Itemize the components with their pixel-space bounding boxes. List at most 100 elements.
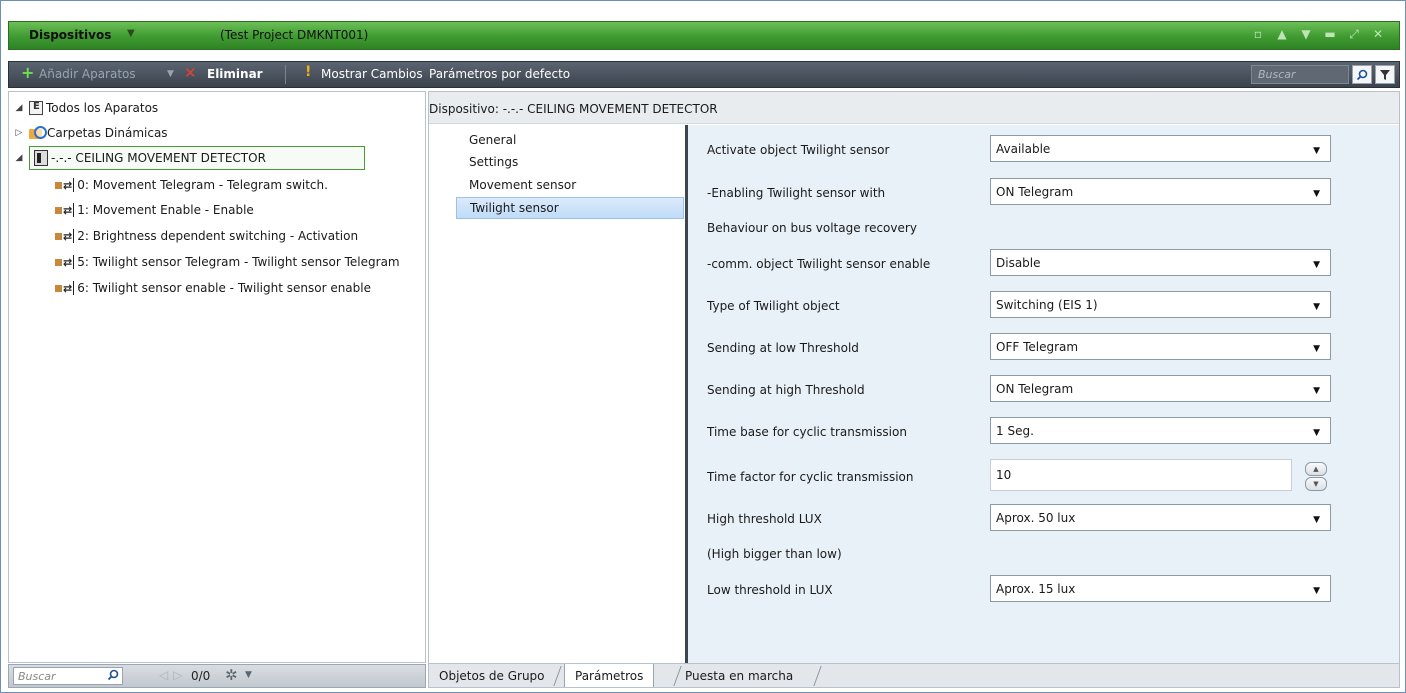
param-label: Type of Twilight object — [707, 299, 840, 313]
tree-object-1[interactable]: ⇄ 1: Movement Enable - Enable — [55, 198, 254, 222]
tree-object-3[interactable]: ⇄ 5: Twilight sensor Telegram - Twilight… — [55, 250, 400, 274]
param-label: High threshold LUX — [707, 512, 822, 526]
param-select[interactable]: 1 Seg. ▼ — [990, 417, 1331, 444]
expand-icon[interactable]: ⤢ — [1347, 27, 1361, 42]
all-devices-icon — [29, 101, 43, 115]
search-icon — [1356, 69, 1368, 80]
restore-icon[interactable]: ▫ — [1251, 27, 1265, 42]
param-value: OFF Telegram — [996, 339, 1079, 354]
selected-device[interactable]: -.-.- CEILING MOVEMENT DETECTOR — [29, 146, 365, 170]
param-select[interactable]: Disable ▼ — [990, 249, 1331, 276]
param-select[interactable]: ON Telegram ▼ — [990, 375, 1331, 402]
param-row: Activate object Twilight sensor Availabl… — [688, 135, 1399, 165]
device-header-label: Dispositivo: -.-.- CEILING MOVEMENT DETE… — [429, 102, 718, 116]
default-parameters-button[interactable]: Parámetros por defecto — [429, 67, 570, 81]
param-label: Sending at high Threshold — [707, 383, 865, 397]
nav-item-twilight-sensor[interactable]: Twilight sensor — [456, 197, 684, 219]
device-tree: ◢ Todos los Aparatos ▷ Carpetas Dinámica… — [8, 91, 426, 663]
param-label: Activate object Twilight sensor — [707, 143, 890, 157]
previous-result-icon[interactable]: ◁ — [159, 668, 168, 682]
group-object-icon: ⇄ — [55, 178, 75, 192]
collapse-icon[interactable]: ◢ — [13, 153, 25, 163]
param-value: ON Telegram — [996, 381, 1074, 396]
param-value: Aprox. 50 lux — [996, 510, 1076, 525]
tree-object-4[interactable]: ⇄ 6: Twilight sensor enable - Twilight s… — [55, 276, 371, 300]
dynamic-folder-icon — [29, 126, 47, 140]
delete-button[interactable]: Eliminar — [207, 67, 263, 81]
param-select[interactable]: Available ▼ — [990, 135, 1331, 162]
param-select[interactable]: Aprox. 15 lux ▼ — [990, 575, 1331, 602]
gear-icon[interactable]: ✲ — [225, 666, 238, 684]
spin-up-icon[interactable]: ▲ — [1305, 462, 1327, 476]
tree-search-input[interactable] — [14, 668, 104, 684]
param-row: Time base for cyclic transmission 1 Seg.… — [688, 417, 1399, 447]
toolbar-search — [1251, 65, 1349, 84]
title-dropdown-icon[interactable]: ▼ — [127, 28, 135, 39]
tree-object-2[interactable]: ⇄ 2: Brightness dependent switching - Ac… — [55, 224, 358, 248]
window-title[interactable]: Dispositivos — [29, 28, 111, 42]
tree-dynamic-folders[interactable]: ▷ Carpetas Dinámicas — [13, 121, 168, 145]
title-bar: Dispositivos ▼ (Test Project DMKNT001) ▫… — [8, 21, 1400, 50]
param-label: Low threshold in LUX — [707, 583, 833, 597]
object-label: 5: Twilight sensor Telegram - Twilight s… — [77, 255, 400, 269]
chevron-down-icon: ▼ — [1313, 515, 1320, 525]
expand-icon[interactable]: ▷ — [13, 128, 25, 138]
param-label: (High bigger than low) — [707, 547, 842, 561]
chevron-down-icon: ▼ — [1313, 260, 1320, 270]
tab-parameters[interactable]: Parámetros — [564, 664, 655, 687]
nav-item-settings[interactable]: Settings — [456, 151, 684, 173]
param-label: Time base for cyclic transmission — [707, 425, 907, 439]
add-devices-dropdown-icon[interactable]: ▼ — [167, 69, 174, 79]
dynamic-folders-label: Carpetas Dinámicas — [47, 126, 168, 140]
tree-footer: ◁ ▷ 0/0 ✲ ▼ — [8, 664, 426, 688]
nav-item-movement-sensor[interactable]: Movement sensor — [456, 174, 684, 196]
close-icon[interactable]: ✕ — [1371, 27, 1385, 42]
toolbar-search-input[interactable] — [1252, 66, 1348, 83]
search-button[interactable] — [1352, 65, 1372, 84]
tab-commissioning[interactable]: Puesta en marcha — [675, 664, 803, 687]
maximize-icon[interactable]: ▬ — [1323, 27, 1337, 42]
param-row: (High bigger than low) — [688, 539, 1399, 569]
nav-item-general[interactable]: General — [456, 129, 684, 151]
gear-dropdown-icon[interactable]: ▼ — [245, 670, 252, 680]
tree-object-0[interactable]: ⇄ 0: Movement Telegram - Telegram switch… — [55, 173, 328, 197]
param-value: 1 Seg. — [996, 423, 1034, 438]
collapse-icon[interactable]: ◢ — [13, 103, 25, 113]
spin-down-icon[interactable]: ▼ — [1305, 477, 1327, 491]
param-row: Behaviour on bus voltage recovery — [688, 213, 1399, 243]
add-devices-button[interactable]: Añadir Aparatos — [39, 67, 136, 81]
object-label: 6: Twilight sensor enable - Twilight sen… — [77, 281, 371, 295]
tree-device[interactable]: ◢ -.-.- CEILING MOVEMENT DETECTOR — [13, 146, 365, 170]
toolbar-separator — [285, 65, 286, 84]
param-label: Time factor for cyclic transmission — [707, 470, 914, 484]
filter-button[interactable] — [1375, 65, 1395, 84]
param-select[interactable]: OFF Telegram ▼ — [990, 333, 1331, 360]
param-select[interactable]: Aprox. 50 lux ▼ — [990, 504, 1331, 531]
param-row: Low threshold in LUX Aprox. 15 lux ▼ — [688, 575, 1399, 605]
param-row: Type of Twilight object Switching (EIS 1… — [688, 291, 1399, 321]
tree-root[interactable]: ◢ Todos los Aparatos — [13, 96, 158, 120]
param-label: -Enabling Twilight sensor with — [707, 186, 886, 200]
param-select[interactable]: Switching (EIS 1) ▼ — [990, 291, 1331, 318]
param-value: Disable — [996, 255, 1041, 270]
param-label: Sending at low Threshold — [707, 341, 859, 355]
up-icon[interactable]: ▲ — [1275, 27, 1289, 42]
changes-icon[interactable]: ! — [305, 64, 311, 80]
device-label: -.-.- CEILING MOVEMENT DETECTOR — [51, 151, 266, 165]
down-icon[interactable]: ▼ — [1299, 27, 1313, 42]
chevron-down-icon: ▼ — [1313, 146, 1320, 156]
devices-window: Dispositivos ▼ (Test Project DMKNT001) ▫… — [0, 0, 1406, 693]
chevron-down-icon: ▼ — [1313, 428, 1320, 438]
tab-group-objects[interactable]: Objetos de Grupo — [429, 664, 555, 687]
delete-icon[interactable]: ✕ — [184, 64, 197, 82]
group-object-icon: ⇄ — [55, 281, 75, 295]
project-name: (Test Project DMKNT001) — [220, 28, 369, 42]
param-number-input[interactable]: 10 — [990, 459, 1292, 491]
search-icon[interactable] — [107, 668, 119, 685]
next-result-icon[interactable]: ▷ — [173, 668, 182, 682]
param-select[interactable]: ON Telegram ▼ — [990, 178, 1331, 205]
parameters-panel: Dispositivo: -.-.- CEILING MOVEMENT DETE… — [428, 91, 1400, 688]
show-changes-button[interactable]: Mostrar Cambios — [321, 67, 423, 81]
parameter-nav: General Settings Movement sensor Twiligh… — [429, 125, 685, 664]
add-icon[interactable]: + — [21, 63, 34, 82]
